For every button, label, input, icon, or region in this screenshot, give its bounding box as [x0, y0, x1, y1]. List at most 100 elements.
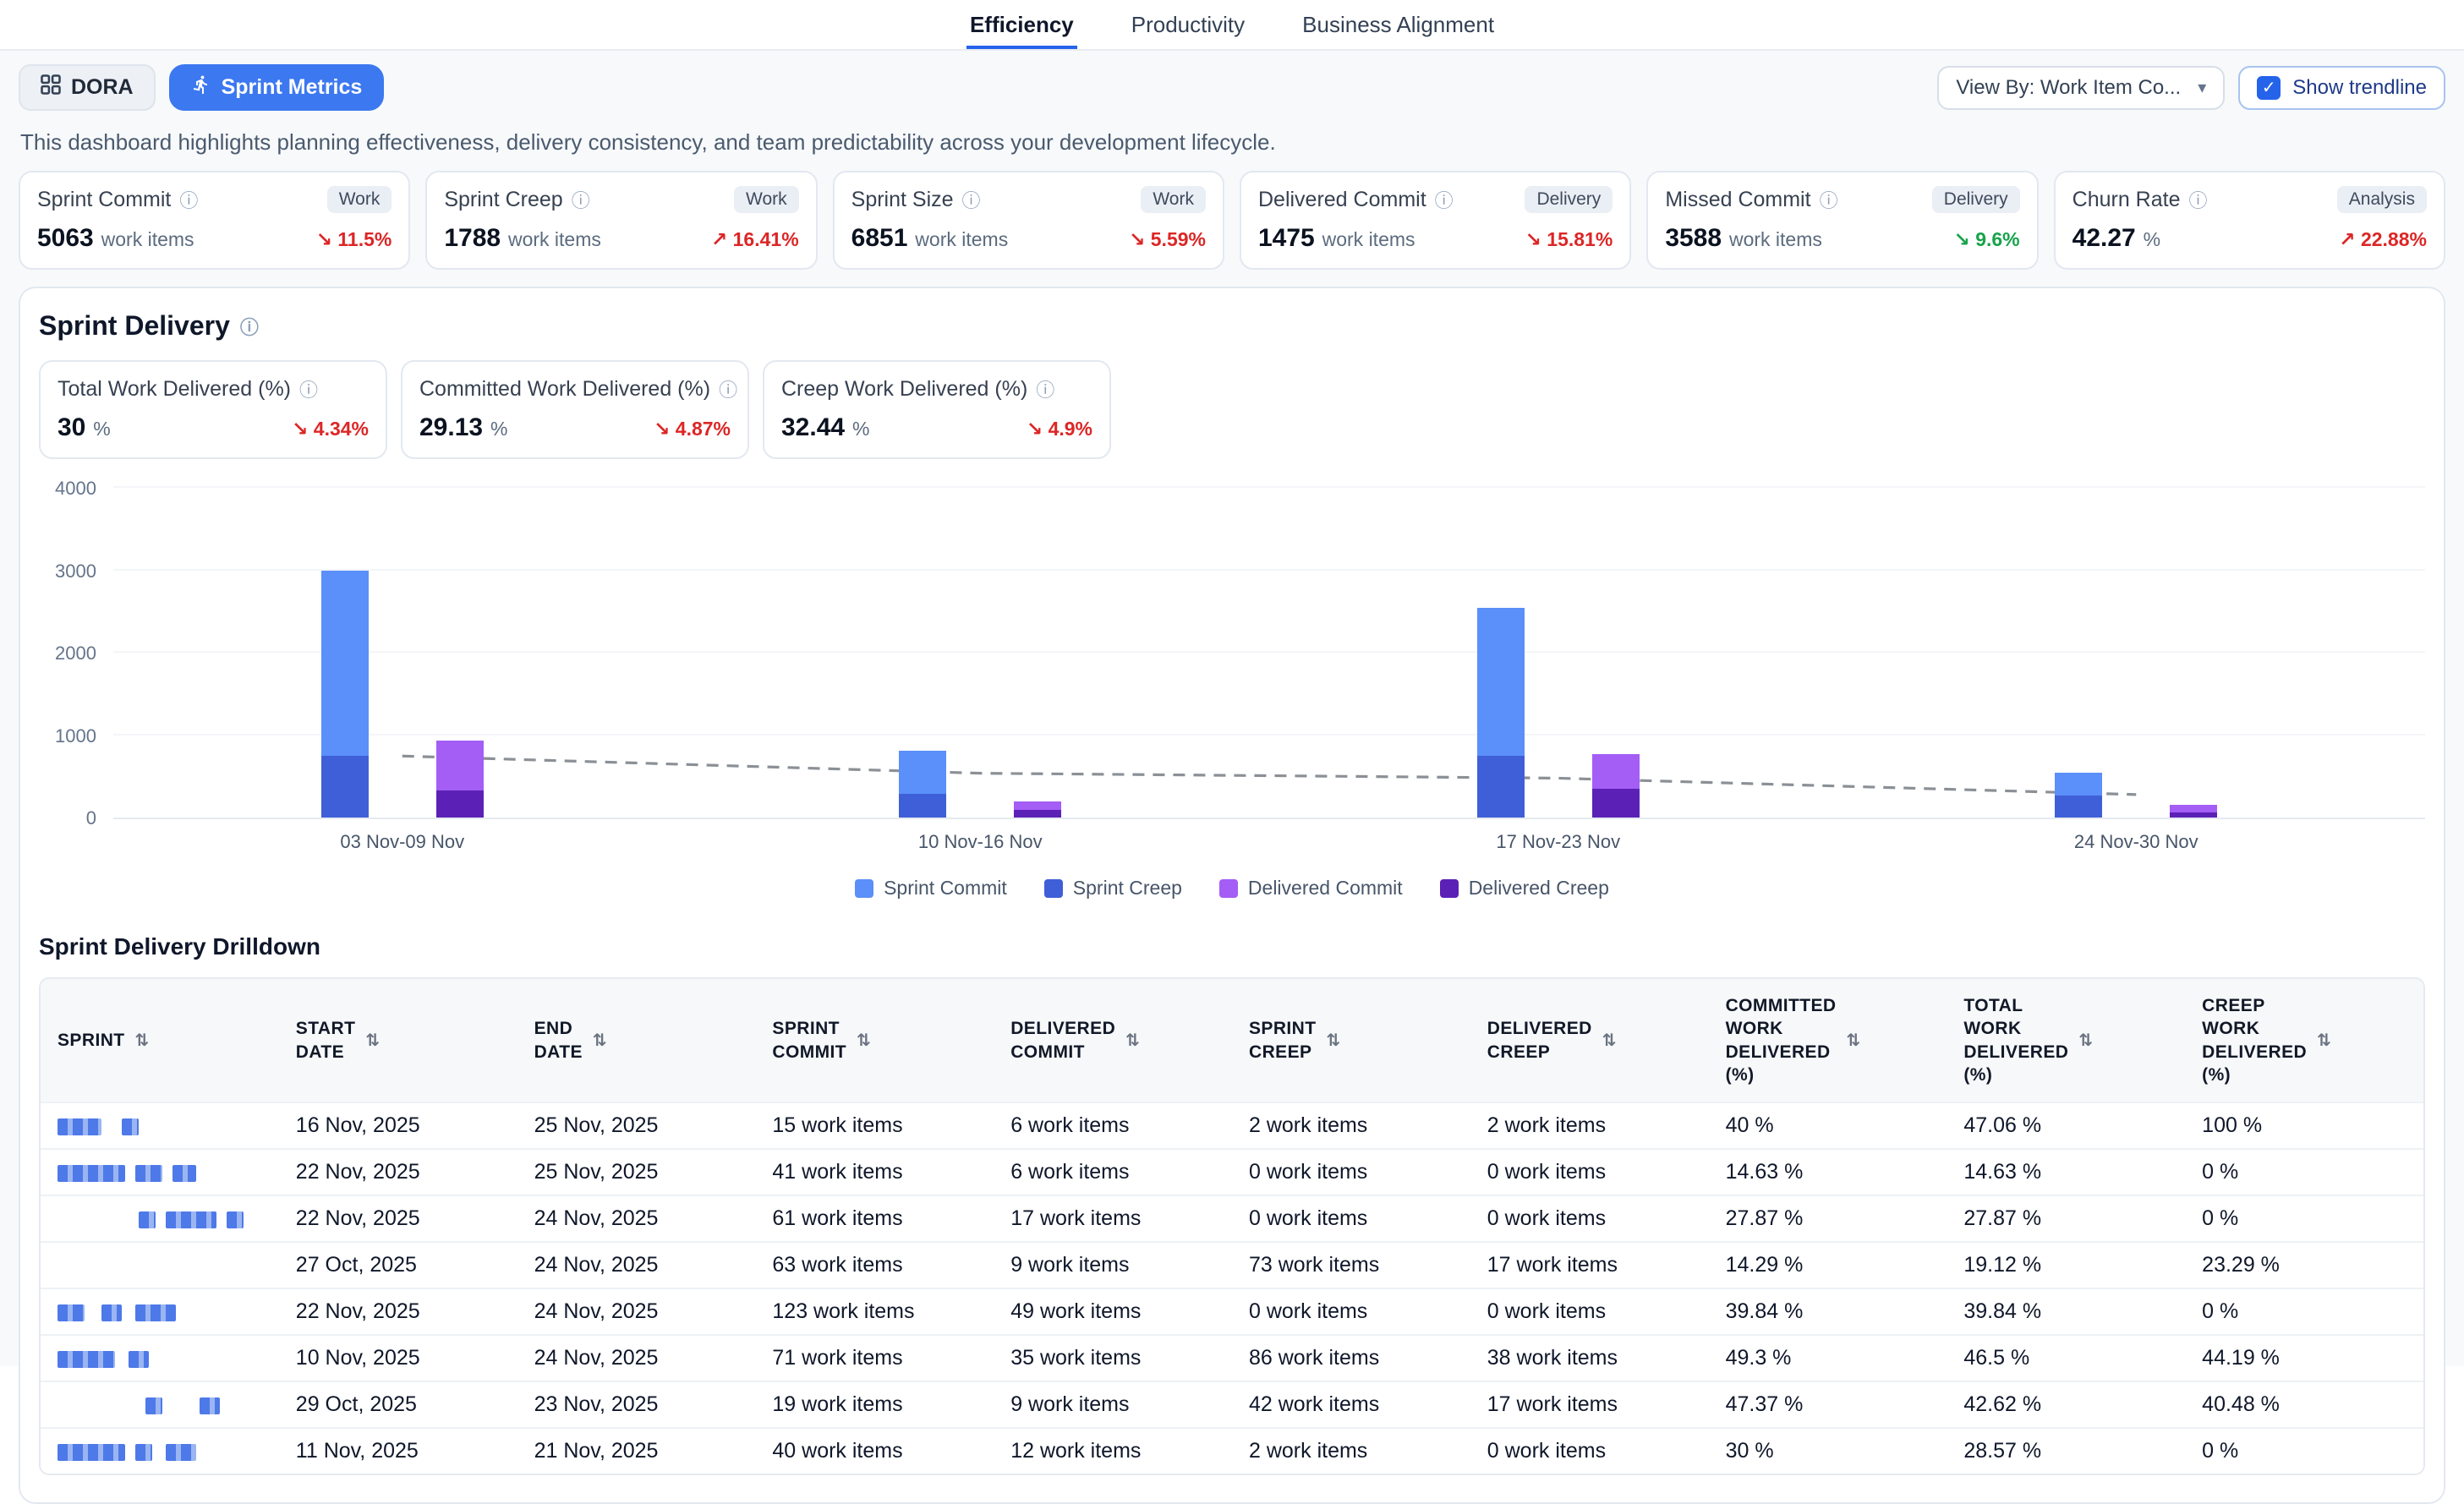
column-header-creep-work-delivered: CREEP WORK DELIVERED (%) ⇅ [2185, 979, 2423, 1102]
table-row[interactable]: 29 Oct, 202523 Nov, 202519 work items9 w… [41, 1381, 2423, 1428]
bar-delivered-commit[interactable] [1014, 801, 1061, 818]
info-icon[interactable]: ⓘ [1036, 375, 1054, 402]
bar-sprint-commit[interactable] [321, 571, 369, 818]
redacted-sprint-name [166, 1444, 196, 1461]
table-row[interactable]: 22 Nov, 202525 Nov, 202541 work items6 w… [41, 1149, 2423, 1195]
cell-sprint [41, 1195, 279, 1242]
info-icon[interactable]: ⓘ [1820, 186, 1838, 213]
sort-icon[interactable]: ⇅ [1327, 1030, 1341, 1051]
cell-sprint-commit: 71 work items [755, 1335, 994, 1381]
redacted-sprint-name [135, 1304, 176, 1321]
cell-sprint-creep: 0 work items [1232, 1195, 1470, 1242]
bar-sprint-commit[interactable] [2055, 773, 2102, 818]
legend-swatch [855, 879, 873, 898]
bar-sprint-creep[interactable] [2055, 796, 2102, 818]
trendline-checkbox[interactable]: ✓ [2257, 76, 2281, 100]
table-row[interactable]: 10 Nov, 202524 Nov, 202571 work items35 … [41, 1335, 2423, 1381]
info-icon[interactable]: ⓘ [1435, 186, 1454, 213]
metric-value: 1788 work items [444, 221, 601, 253]
trend-arrow-icon: ↗ [711, 228, 727, 250]
cell-delivered-commit: 6 work items [994, 1102, 1232, 1149]
info-icon[interactable]: ⓘ [962, 186, 981, 213]
sort-icon[interactable]: ⇅ [593, 1030, 607, 1051]
bar-delivered-creep[interactable] [436, 790, 484, 818]
legend-item-sprint-creep[interactable]: Sprint Creep [1044, 877, 1182, 900]
legend-item-delivered-creep[interactable]: Delivered Creep [1440, 877, 1609, 900]
sprint-metrics-button-label: Sprint Metrics [222, 75, 363, 100]
gridline [113, 486, 2425, 488]
column-label: CREEP WORK DELIVERED (%) [2202, 994, 2307, 1086]
redacted-sprint-name [139, 1211, 156, 1228]
info-icon[interactable]: ⓘ [179, 186, 198, 213]
cell-delivered-commit: 12 work items [994, 1428, 1232, 1474]
bar-sprint-commit[interactable] [899, 751, 946, 818]
runner-icon [191, 74, 211, 101]
legend-item-sprint-commit[interactable]: Sprint Commit [855, 877, 1007, 900]
table-row[interactable]: 22 Nov, 202524 Nov, 2025123 work items49… [41, 1288, 2423, 1335]
bar-sprint-creep[interactable] [899, 794, 946, 818]
bar-sprint-creep[interactable] [1477, 756, 1525, 818]
legend-swatch [1219, 879, 1238, 898]
cell-sprint-commit: 61 work items [755, 1195, 994, 1242]
cell-end-date: 24 Nov, 2025 [517, 1335, 756, 1381]
sort-icon[interactable]: ⇅ [365, 1030, 380, 1051]
info-icon[interactable]: ⓘ [240, 313, 259, 340]
dora-button[interactable]: DORA [19, 64, 156, 111]
cell-end-date: 21 Nov, 2025 [517, 1428, 756, 1474]
dashboard-description: This dashboard highlights planning effec… [20, 129, 2444, 156]
table-row[interactable]: 16 Nov, 202525 Nov, 202515 work items6 w… [41, 1102, 2423, 1149]
redacted-sprint-name [129, 1351, 149, 1368]
redacted-sprint-name [57, 1444, 125, 1461]
view-by-dropdown[interactable]: View By: Work Item Co... ▾ [1937, 66, 2225, 110]
metric-value: 29.13 % [419, 411, 507, 442]
legend-item-delivered-commit[interactable]: Delivered Commit [1219, 877, 1403, 900]
redacted-sprint-name [166, 1211, 216, 1228]
metric-cards-row: Sprint Commitⓘ Work 5063 work items ↘ 11… [0, 171, 2464, 270]
table-row[interactable]: 22 Nov, 202524 Nov, 202561 work items17 … [41, 1195, 2423, 1242]
tab-productivity[interactable]: Productivity [1128, 0, 1248, 49]
bar-delivered-creep[interactable] [2170, 812, 2217, 818]
cell-committed-work-delivered: 14.29 % [1709, 1242, 1947, 1288]
bar-sprint-creep[interactable] [321, 756, 369, 818]
view-by-label: View By: Work Item Co... [1956, 76, 2181, 100]
cell-committed-work-delivered: 30 % [1709, 1428, 1947, 1474]
tab-business-alignment[interactable]: Business Alignment [1299, 0, 1498, 49]
sort-icon[interactable]: ⇅ [1602, 1030, 1617, 1051]
sort-icon[interactable]: ⇅ [857, 1030, 871, 1051]
y-axis-tick: 0 [86, 807, 96, 829]
bar-delivered-creep[interactable] [1014, 810, 1061, 818]
table-row[interactable]: 11 Nov, 202521 Nov, 202540 work items12 … [41, 1428, 2423, 1474]
sort-icon[interactable]: ⇅ [2317, 1030, 2331, 1051]
show-trendline-toggle[interactable]: ✓ Show trendline [2238, 66, 2445, 110]
info-icon[interactable]: ⓘ [572, 186, 590, 213]
chart-legend: Sprint Commit Sprint Creep Delivered Commi… [39, 877, 2425, 900]
info-icon[interactable]: ⓘ [299, 375, 318, 402]
sprint-metrics-button[interactable]: Sprint Metrics [169, 64, 385, 111]
bar-sprint-commit[interactable] [1477, 608, 1525, 818]
cell-start-date: 16 Nov, 2025 [279, 1102, 517, 1149]
tab-efficiency[interactable]: Efficiency [966, 0, 1077, 49]
redacted-sprint-name [57, 1118, 101, 1135]
sort-icon[interactable]: ⇅ [135, 1030, 150, 1051]
bar-delivered-commit[interactable] [2170, 805, 2217, 818]
info-icon[interactable]: ⓘ [719, 375, 737, 402]
metric-card-committed-work-delivered: Committed Work Delivered (%)ⓘ 29.13 % ↘ … [401, 360, 749, 459]
trend-arrow-icon: ↘ [1129, 228, 1145, 250]
sort-icon[interactable]: ⇅ [2078, 1030, 2093, 1051]
cell-committed-work-delivered: 39.84 % [1709, 1288, 1947, 1335]
metric-title: Sprint Sizeⓘ [851, 186, 981, 213]
cell-total-work-delivered: 46.5 % [1947, 1335, 2185, 1381]
table-row[interactable]: 27 Oct, 202524 Nov, 202563 work items9 w… [41, 1242, 2423, 1288]
column-header-sprint-creep: SPRINT CREEP⇅ [1232, 979, 1470, 1102]
column-header-sprint-commit: SPRINT COMMIT⇅ [755, 979, 994, 1102]
cell-sprint-commit: 19 work items [755, 1381, 994, 1428]
info-icon[interactable]: ⓘ [2189, 186, 2208, 213]
cell-delivered-commit: 6 work items [994, 1149, 1232, 1195]
y-axis-tick: 1000 [55, 725, 96, 747]
sort-icon[interactable]: ⇅ [1847, 1030, 1861, 1051]
bar-delivered-commit[interactable] [436, 741, 484, 818]
bar-delivered-creep[interactable] [1592, 789, 1640, 818]
sort-icon[interactable]: ⇅ [1125, 1030, 1140, 1051]
sprint-delivery-title-text: Sprint Delivery [39, 310, 230, 342]
bar-delivered-commit[interactable] [1592, 754, 1640, 818]
